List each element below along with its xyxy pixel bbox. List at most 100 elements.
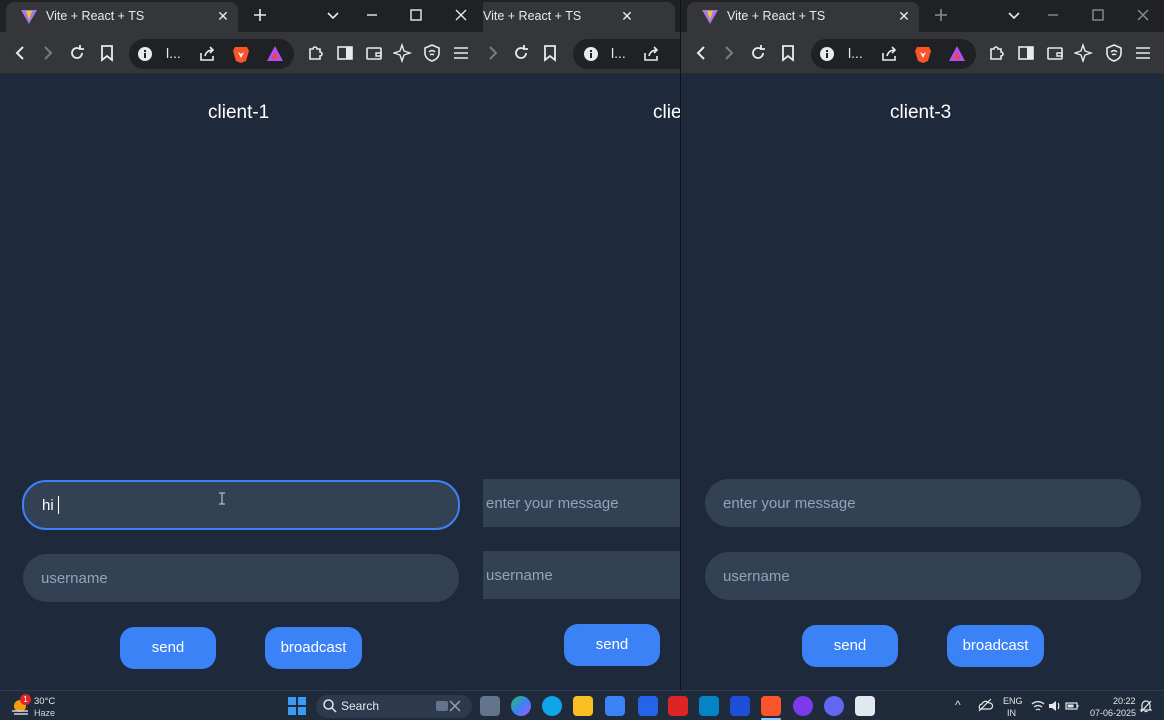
app-drop-icon[interactable] [793,696,813,716]
puzzle-icon[interactable] [987,43,1007,63]
chevron-left-icon[interactable] [10,43,30,63]
info-icon[interactable] [581,44,601,64]
username-input[interactable]: username [705,552,1141,600]
username-placeholder: username [486,566,553,584]
taskbar-search[interactable]: Search [316,695,472,718]
chevron-right-icon[interactable] [38,43,58,63]
vscode-icon[interactable] [730,696,750,716]
new-tab-icon[interactable] [248,4,272,28]
weather-temp[interactable]: 30°C [34,696,55,707]
outlook-icon[interactable] [699,696,719,716]
chevron-down-icon[interactable] [1002,4,1026,28]
browser-window-3[interactable]: Vite + React + TS ✕ l... client-3 enter … [680,0,1164,690]
url-text: l... [611,45,626,61]
close-window-icon[interactable] [1131,4,1155,28]
username-input[interactable]: username [483,551,680,599]
info-icon[interactable] [817,44,837,64]
reload-icon[interactable] [67,43,87,63]
bookmark-icon[interactable] [97,43,117,63]
volume-icon[interactable] [1048,698,1062,712]
file-explorer-icon[interactable] [573,696,593,716]
teams-icon[interactable] [638,696,658,716]
chevron-up-icon[interactable]: ^ [955,698,961,712]
discord-icon[interactable] [824,696,844,716]
send-button[interactable]: send [120,627,216,669]
shield-icon[interactable] [1104,43,1124,63]
mcafee-icon[interactable] [668,696,688,716]
send-button[interactable]: send [564,624,660,666]
bookmark-icon[interactable] [540,43,560,63]
windows-taskbar: 1 30°C Haze Search ^ ENG IN 20:22 07-06-… [0,690,1164,720]
username-input[interactable]: username [23,554,459,602]
close-tab-icon[interactable]: ✕ [616,6,638,28]
browser-window-2[interactable]: Vite + React + TS ✕ l... clie enter your… [483,0,680,690]
sidebar-icon[interactable] [335,43,355,63]
puzzle-icon[interactable] [306,43,326,63]
copilot-icon[interactable] [511,696,531,716]
hamburger-icon[interactable] [451,43,471,63]
tab-title: Vite + React + TS [727,9,826,23]
hamburger-icon[interactable] [1133,43,1153,63]
sparkle-icon[interactable] [1074,43,1094,63]
onedrive-icon[interactable] [977,697,994,713]
rewards-triangle-icon[interactable] [265,44,285,64]
brave-lion-icon[interactable] [913,44,933,64]
brave-lion-icon[interactable] [231,44,251,64]
share-icon[interactable] [197,44,217,64]
notification-bell-icon[interactable] [1139,698,1153,713]
reload-icon[interactable] [748,43,768,63]
chevron-down-icon[interactable] [321,4,345,28]
vite-logo-icon [701,9,719,25]
chevron-left-icon[interactable] [691,43,711,63]
reload-icon[interactable] [511,43,531,63]
message-input[interactable]: enter your message [483,479,680,527]
sparkle-icon[interactable] [393,43,413,63]
sidebar-icon[interactable] [1016,43,1036,63]
chevron-right-icon[interactable] [483,43,503,63]
address-bar[interactable]: l... [129,39,294,69]
shield-icon[interactable] [422,43,442,63]
wifi-icon[interactable] [1031,698,1045,712]
share-icon[interactable] [879,44,899,64]
bookmark-icon[interactable] [778,43,798,63]
page-content: client-3 enter your message username sen… [681,75,1164,690]
broadcast-button[interactable]: broadcast [947,625,1044,667]
tab-active[interactable]: Vite + React + TS ✕ [6,2,238,32]
task-view-icon[interactable] [480,696,500,716]
share-icon[interactable] [641,44,661,64]
send-button[interactable]: send [802,625,898,667]
snipping-tool-icon[interactable] [855,696,875,716]
language-code[interactable]: ENG [1003,696,1023,706]
url-text: l... [166,45,181,61]
tab-active[interactable]: Vite + React + TS ✕ [687,2,919,32]
browser-window-1[interactable]: Vite + React + TS ✕ l... client-1 hi use… [0,0,483,690]
minimize-icon[interactable] [360,4,384,28]
brave-icon[interactable] [761,696,781,716]
vite-logo-icon [20,9,38,25]
message-input[interactable]: enter your message [705,479,1141,527]
broadcast-button[interactable]: broadcast [265,627,362,669]
wallet-icon[interactable] [1045,43,1065,63]
info-icon[interactable] [135,44,155,64]
close-window-icon[interactable] [449,4,473,28]
rewards-triangle-icon[interactable] [947,44,967,64]
wallet-icon[interactable] [364,43,384,63]
maximize-icon[interactable] [1086,4,1110,28]
clock-time[interactable]: 20:22 [1113,696,1136,706]
minimize-icon[interactable] [1041,4,1065,28]
edge-icon[interactable] [542,696,562,716]
close-tab-icon[interactable]: ✕ [212,6,234,28]
windows-start-icon[interactable] [287,696,307,716]
chevron-right-icon[interactable] [719,43,739,63]
address-bar[interactable]: l... [811,39,976,69]
store-icon[interactable] [605,696,625,716]
battery-icon[interactable] [1065,698,1079,712]
close-tab-icon[interactable]: ✕ [893,6,915,28]
maximize-icon[interactable] [404,4,428,28]
tab-active[interactable]: Vite + React + TS ✕ [483,2,675,32]
address-bar[interactable]: l... [573,39,680,69]
url-text: l... [848,45,863,61]
weather-badge: 1 [20,694,31,705]
message-input[interactable]: hi [22,480,460,530]
new-tab-icon[interactable] [929,4,953,28]
